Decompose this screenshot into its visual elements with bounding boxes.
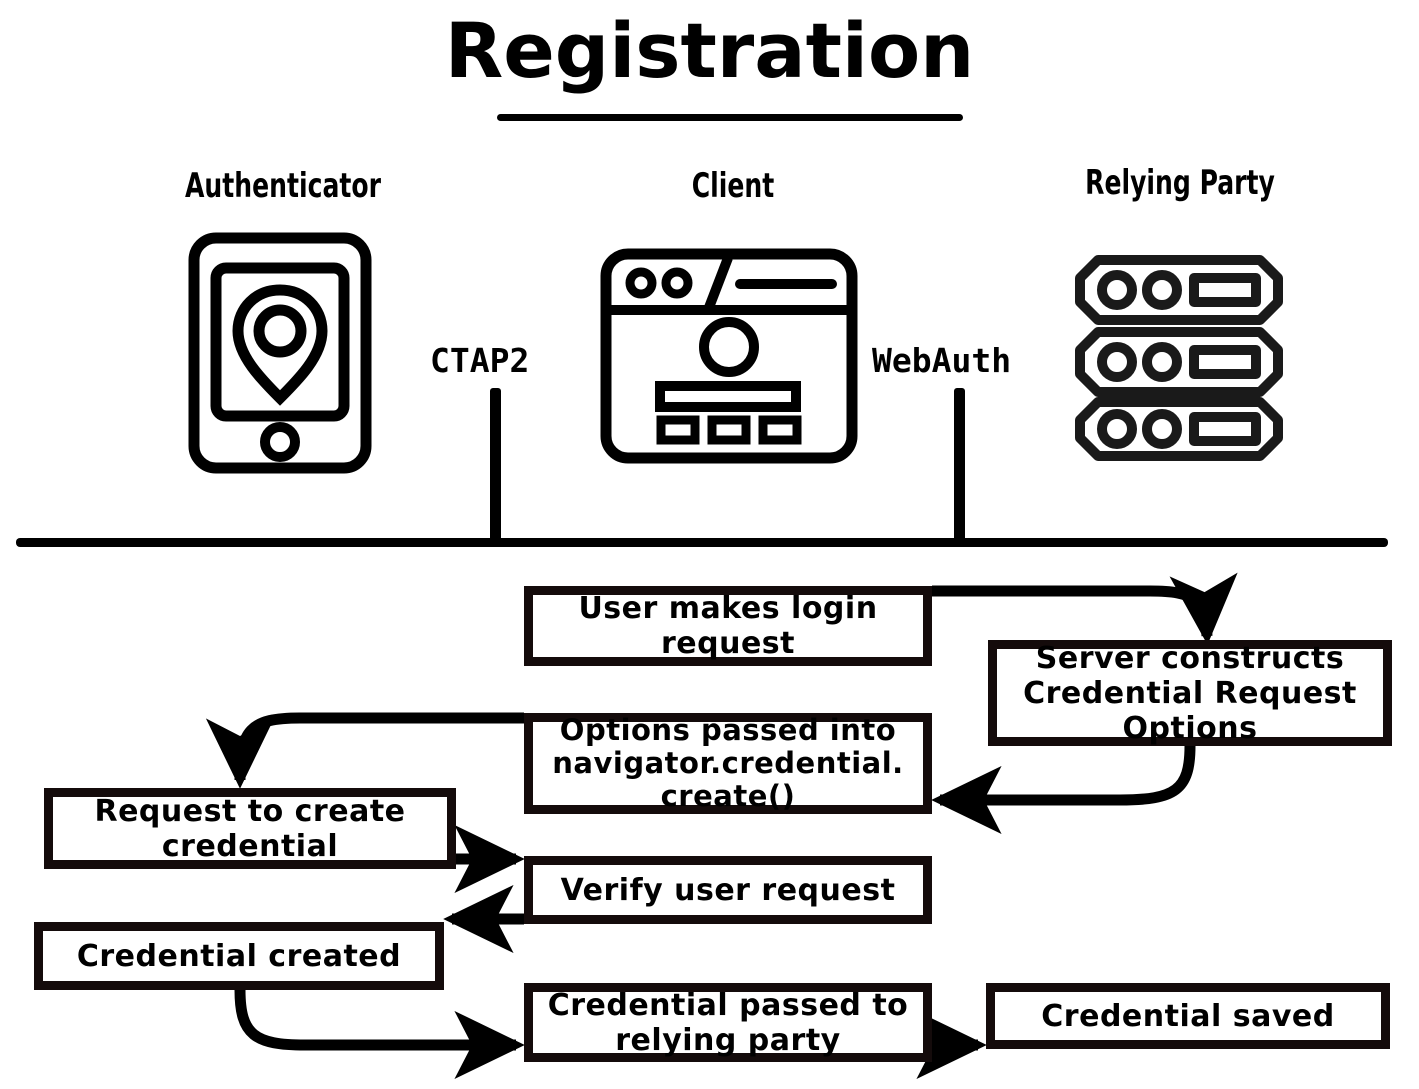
server-rack-icon (1072, 252, 1286, 464)
registration-diagram: Registration Authenticator Client Relyin… (0, 0, 1419, 1089)
protocol-label-ctap2: CTAP2 (430, 341, 530, 380)
flow-box-user-makes-login-request[interactable]: User makes login request (524, 586, 932, 666)
smartphone-location-icon (188, 232, 372, 474)
flow-box-label: Verify user request (560, 872, 896, 908)
flow-box-verify-user-request[interactable]: Verify user request (524, 856, 932, 924)
webauth-connector-bar (954, 388, 965, 544)
flow-box-options-passed-into-create[interactable]: Options passed into navigator.credential… (524, 713, 932, 814)
flow-box-credential-passed-to-relying-party[interactable]: Credential passed to relying party (524, 983, 932, 1062)
flow-box-label: Options passed into navigator.credential… (552, 713, 904, 813)
flow-box-label: Server constructs Credential Request Opt… (1023, 640, 1357, 746)
flow-box-label: Request to create credential (94, 793, 406, 864)
column-heading-authenticator: Authenticator (185, 166, 381, 206)
ctap2-connector-bar (490, 388, 501, 544)
column-heading-client: Client (691, 166, 775, 206)
flow-box-label: User makes login request (578, 591, 878, 661)
flow-box-label: Credential created (76, 938, 402, 974)
title-underline (497, 114, 963, 121)
flow-box-server-constructs-options[interactable]: Server constructs Credential Request Opt… (988, 640, 1392, 746)
page-title: Registration (444, 6, 975, 95)
section-divider (16, 538, 1388, 547)
protocol-label-webauth: WebAuth (872, 341, 1012, 380)
browser-window-icon (600, 248, 858, 464)
flow-box-request-to-create-credential[interactable]: Request to create credential (44, 788, 456, 869)
flow-box-credential-created[interactable]: Credential created (34, 922, 444, 990)
column-heading-relying-party: Relying Party (1085, 163, 1275, 203)
flow-box-label: Credential passed to relying party (547, 987, 909, 1058)
flow-box-label: Credential saved (1041, 998, 1335, 1034)
flow-box-credential-saved[interactable]: Credential saved (986, 983, 1390, 1049)
